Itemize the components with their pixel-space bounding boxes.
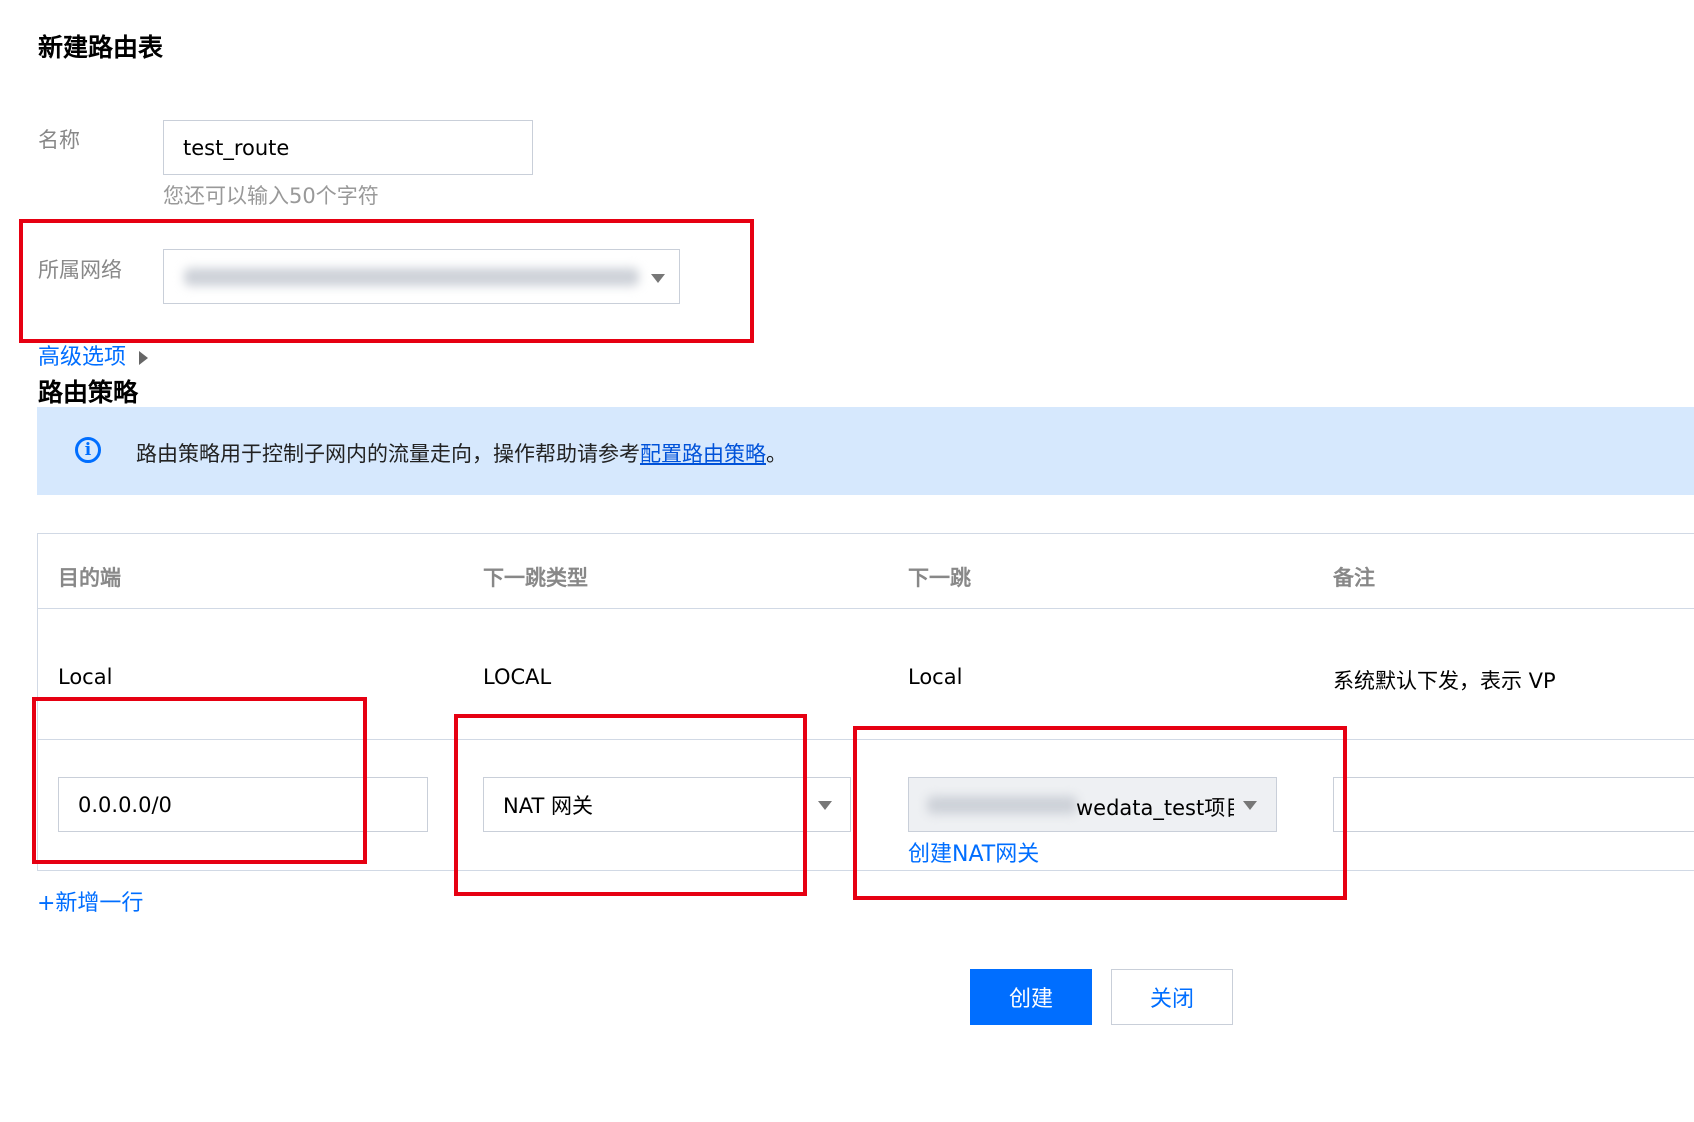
column-header-note: 备注 [1333, 566, 1375, 590]
default-row-next-hop: Local [908, 665, 963, 689]
note-input[interactable] [1333, 777, 1694, 832]
advanced-options-label: 高级选项 [38, 345, 127, 370]
chevron-down-icon [818, 801, 832, 810]
table-header-divider [38, 608, 1694, 609]
column-header-destination: 目的端 [58, 566, 121, 590]
info-icon: i [75, 437, 101, 463]
close-button[interactable]: 关闭 [1111, 969, 1233, 1025]
name-input[interactable]: test_route [163, 120, 533, 175]
column-header-next-hop: 下一跳 [908, 566, 971, 590]
page-title: 新建路由表 [38, 33, 164, 62]
create-button[interactable]: 创建 [970, 969, 1092, 1025]
notice-text: 路由策略用于控制子网内的流量走向，操作帮助请参考配置路由策略。 [136, 438, 787, 468]
info-notice: i 路由策略用于控制子网内的流量走向，操作帮助请参考配置路由策略。 [37, 407, 1694, 495]
highlight-box-network [19, 219, 754, 343]
name-label: 名称 [38, 128, 80, 152]
name-hint: 您还可以输入50个字符 [163, 184, 379, 208]
notice-message: 路由策略用于控制子网内的流量走向，操作帮助请参考 [136, 442, 640, 466]
caret-right-icon [139, 351, 149, 365]
add-row-link[interactable]: +新增一行 [37, 885, 143, 917]
default-row-note: 系统默认下发，表示 VP [1333, 669, 1556, 693]
name-input-value: test_route [183, 135, 290, 160]
column-header-next-hop-type: 下一跳类型 [483, 566, 588, 590]
route-policy-title: 路由策略 [38, 378, 139, 407]
advanced-options-link[interactable]: 高级选项 [38, 339, 149, 371]
highlight-box-destination [32, 697, 367, 864]
notice-suffix: 。 [766, 442, 787, 466]
highlight-box-next-hop-type [454, 714, 807, 896]
default-row-destination: Local [58, 665, 113, 689]
configure-route-policy-link[interactable]: 配置路由策略 [640, 442, 766, 466]
highlight-box-next-hop [853, 726, 1347, 900]
default-row-next-hop-type: LOCAL [483, 665, 552, 689]
